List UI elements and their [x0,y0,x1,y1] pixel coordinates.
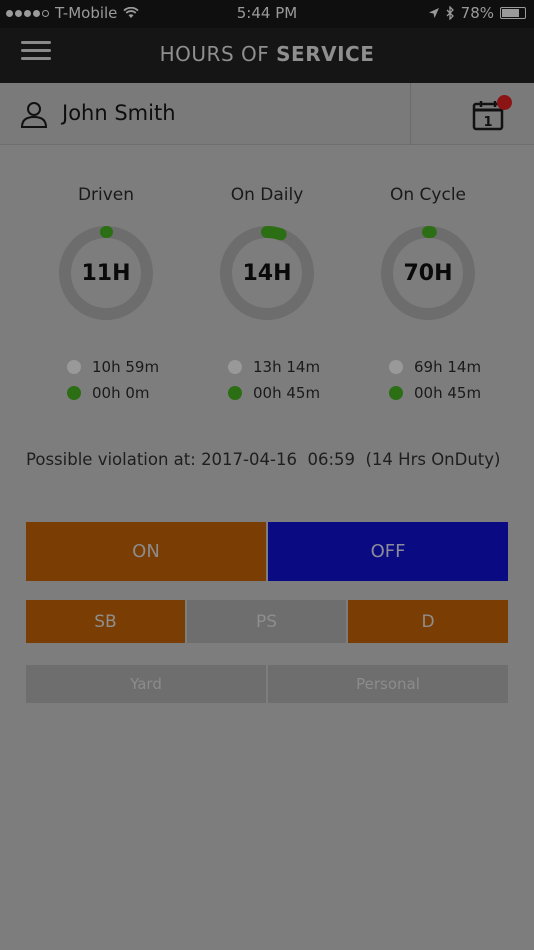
used-value: 00h 45m [253,384,321,402]
gauge-legend: 13h 14m 00h 45m [187,354,347,406]
remaining-value: 10h 59m [92,358,160,376]
bluetooth-icon [446,6,454,20]
driving-button[interactable]: D [348,600,508,643]
used-dot [67,386,81,400]
legend-used: 00h 0m [67,380,186,406]
gauge-max-hours: 14H [242,261,292,286]
calendar-button[interactable]: 1 [472,95,512,131]
used-dot [389,386,403,400]
gauge-on-cycle: On Cycle 70H 69h 14m 00h 45m [348,185,508,406]
gauge-on-daily: On Daily 14H 13h 14m 00h 45m [187,185,347,406]
legend-remaining: 69h 14m [389,354,508,380]
hours-gauges: Driven 11H 10h 59m 00h 0m On Daily 14H 1… [0,185,534,405]
legend-remaining: 13h 14m [228,354,347,380]
violation-notice: Possible violation at: 2017-04-16 06:59 … [26,450,501,469]
calendar-day: 1 [483,115,492,130]
sleeper-berth-button[interactable]: SB [26,600,185,643]
gauge-label: On Cycle [389,185,467,205]
yard-move-button[interactable]: Yard [26,665,266,703]
gauge-max-hours: 11H [81,261,131,286]
on-duty-button[interactable]: ON [26,522,266,581]
status-right: 78% [428,4,526,22]
gauge-legend: 69h 14m 00h 45m [348,354,508,406]
personal-conveyance-button[interactable]: Personal [268,665,508,703]
page-title-bold: SERVICE [276,42,375,66]
legend-remaining: 10h 59m [67,354,186,380]
gauge-driven: Driven 11H 10h 59m 00h 0m [26,185,186,406]
remaining-dot [228,360,242,374]
battery-icon [500,7,526,19]
used-dot [228,386,242,400]
notification-badge [497,95,512,110]
battery-percent: 78% [460,4,494,22]
driver-name: John Smith [62,101,176,125]
battery-fill [502,9,520,17]
off-duty-button[interactable]: OFF [268,522,508,581]
location-arrow-icon [428,8,439,18]
user-icon [20,102,48,128]
remaining-dot [389,360,403,374]
remaining-value: 13h 14m [253,358,321,376]
status-bar: T-Mobile 5:44 PM 78% [0,0,534,28]
remaining-value: 69h 14m [414,358,482,376]
used-value: 00h 0m [92,384,150,402]
legend-used: 00h 45m [228,380,347,406]
ps-button[interactable]: PS [187,600,346,643]
user-bar: John Smith 1 [0,83,534,145]
used-value: 00h 45m [414,384,482,402]
page-title-light: HOURS OF [159,42,277,66]
remaining-dot [67,360,81,374]
gauge-label: On Daily [230,185,304,205]
page-title: HOURS OF SERVICE [0,42,534,66]
gauge-label: Driven [77,185,135,205]
navigation-bar: HOURS OF SERVICE [0,28,534,83]
gauge-legend: 10h 59m 00h 0m [26,354,186,406]
divider [410,83,411,145]
gauge-max-hours: 70H [403,261,453,286]
legend-used: 00h 45m [389,380,508,406]
